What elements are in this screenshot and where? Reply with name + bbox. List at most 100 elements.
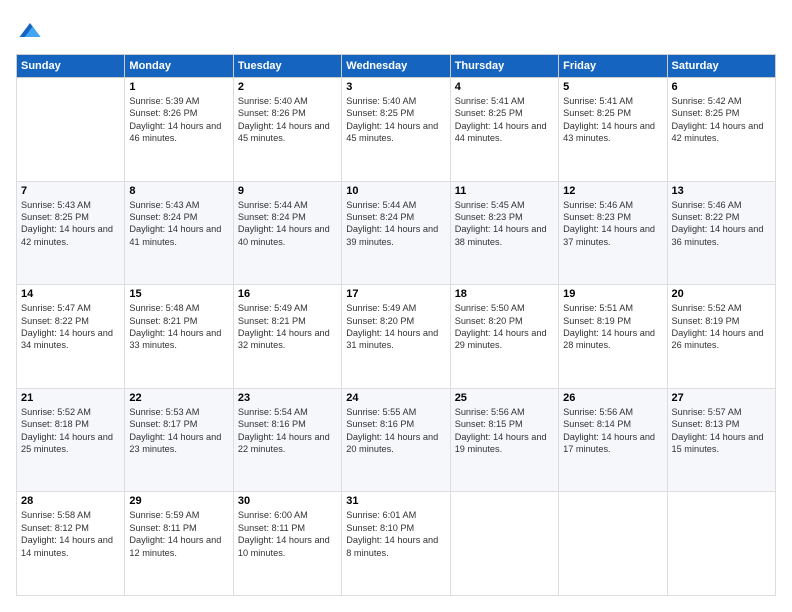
calendar-cell: 11 Sunrise: 5:45 AMSunset: 8:23 PMDayligh… (450, 181, 558, 285)
calendar-cell: 13 Sunrise: 5:46 AMSunset: 8:22 PMDayligh… (667, 181, 775, 285)
calendar-cell (450, 492, 558, 596)
day-details: Sunrise: 5:49 AMSunset: 8:21 PMDaylight:… (238, 302, 337, 352)
calendar-cell: 23Sunrise: 5:54 AMSunset: 8:16 PMDayligh… (233, 388, 341, 492)
calendar-cell (559, 492, 667, 596)
day-details: Sunrise: 5:50 AMSunset: 8:20 PMDaylight:… (455, 302, 554, 352)
day-number: 16 (238, 288, 337, 300)
day-number: 12 (563, 185, 662, 197)
day-number: 3 (346, 81, 445, 93)
calendar-cell: 7 Sunrise: 5:43 AMSunset: 8:25 PMDaylight… (17, 181, 125, 285)
day-details: Sunrise: 5:40 AMSunset: 8:25 PMDaylight:… (346, 95, 445, 145)
day-details: Sunrise: 5:48 AMSunset: 8:21 PMDaylight:… (129, 302, 228, 352)
day-header-saturday: Saturday (667, 55, 775, 78)
calendar-cell: 21Sunrise: 5:52 AMSunset: 8:18 PMDayligh… (17, 388, 125, 492)
day-details: Sunrise: 5:43 AMSunset: 8:25 PMDaylight:… (21, 199, 120, 249)
calendar-body: 1 Sunrise: 5:39 AMSunset: 8:26 PMDaylight… (17, 78, 776, 596)
calendar-cell: 4 Sunrise: 5:41 AMSunset: 8:25 PMDaylight… (450, 78, 558, 182)
day-details: Sunrise: 6:00 AMSunset: 8:11 PMDaylight:… (238, 509, 337, 559)
day-number: 18 (455, 288, 554, 300)
calendar-cell: 22Sunrise: 5:53 AMSunset: 8:17 PMDayligh… (125, 388, 233, 492)
day-number: 13 (672, 185, 771, 197)
day-details: Sunrise: 5:58 AMSunset: 8:12 PMDaylight:… (21, 509, 120, 559)
day-header-wednesday: Wednesday (342, 55, 450, 78)
calendar-cell: 14 Sunrise: 5:47 AMSunset: 8:22 PMDayligh… (17, 285, 125, 389)
day-header-friday: Friday (559, 55, 667, 78)
day-details: Sunrise: 5:39 AMSunset: 8:26 PMDaylight:… (129, 95, 228, 145)
day-number: 2 (238, 81, 337, 93)
week-row-0: 1 Sunrise: 5:39 AMSunset: 8:26 PMDaylight… (17, 78, 776, 182)
day-details: Sunrise: 5:44 AMSunset: 8:24 PMDaylight:… (238, 199, 337, 249)
day-number: 14 (21, 288, 120, 300)
calendar-cell: 19Sunrise: 5:51 AMSunset: 8:19 PMDayligh… (559, 285, 667, 389)
calendar-cell: 26 Sunrise: 5:56 AMSunset: 8:14 PMDayligh… (559, 388, 667, 492)
week-row-4: 28 Sunrise: 5:58 AMSunset: 8:12 PMDayligh… (17, 492, 776, 596)
day-details: Sunrise: 5:55 AMSunset: 8:16 PMDaylight:… (346, 406, 445, 456)
calendar-cell: 8 Sunrise: 5:43 AMSunset: 8:24 PMDaylight… (125, 181, 233, 285)
day-number: 4 (455, 81, 554, 93)
day-details: Sunrise: 5:47 AMSunset: 8:22 PMDaylight:… (21, 302, 120, 352)
day-number: 11 (455, 185, 554, 197)
day-details: Sunrise: 5:57 AMSunset: 8:13 PMDaylight:… (672, 406, 771, 456)
day-details: Sunrise: 5:42 AMSunset: 8:25 PMDaylight:… (672, 95, 771, 145)
day-number: 17 (346, 288, 445, 300)
logo (16, 16, 48, 44)
calendar-cell: 28 Sunrise: 5:58 AMSunset: 8:12 PMDayligh… (17, 492, 125, 596)
calendar-cell: 31 Sunrise: 6:01 AMSunset: 8:10 PMDayligh… (342, 492, 450, 596)
calendar-cell: 5Sunrise: 5:41 AMSunset: 8:25 PMDaylight… (559, 78, 667, 182)
day-details: Sunrise: 5:43 AMSunset: 8:24 PMDaylight:… (129, 199, 228, 249)
week-row-3: 21Sunrise: 5:52 AMSunset: 8:18 PMDayligh… (17, 388, 776, 492)
week-row-2: 14 Sunrise: 5:47 AMSunset: 8:22 PMDayligh… (17, 285, 776, 389)
day-details: Sunrise: 5:53 AMSunset: 8:17 PMDaylight:… (129, 406, 228, 456)
calendar-cell: 2 Sunrise: 5:40 AMSunset: 8:26 PMDaylight… (233, 78, 341, 182)
day-number: 28 (21, 495, 120, 507)
day-number: 29 (129, 495, 228, 507)
day-number: 9 (238, 185, 337, 197)
day-details: Sunrise: 5:56 AMSunset: 8:14 PMDaylight:… (563, 406, 662, 456)
page: SundayMondayTuesdayWednesdayThursdayFrid… (0, 0, 792, 612)
day-details: Sunrise: 5:41 AMSunset: 8:25 PMDaylight:… (563, 95, 662, 145)
day-details: Sunrise: 5:40 AMSunset: 8:26 PMDaylight:… (238, 95, 337, 145)
day-number: 1 (129, 81, 228, 93)
day-number: 7 (21, 185, 120, 197)
calendar-cell: 15 Sunrise: 5:48 AMSunset: 8:21 PMDayligh… (125, 285, 233, 389)
day-number: 8 (129, 185, 228, 197)
day-number: 15 (129, 288, 228, 300)
day-header-monday: Monday (125, 55, 233, 78)
calendar-cell: 20 Sunrise: 5:52 AMSunset: 8:19 PMDayligh… (667, 285, 775, 389)
calendar-cell: 16 Sunrise: 5:49 AMSunset: 8:21 PMDayligh… (233, 285, 341, 389)
day-details: Sunrise: 6:01 AMSunset: 8:10 PMDaylight:… (346, 509, 445, 559)
day-number: 31 (346, 495, 445, 507)
logo-icon (16, 16, 44, 44)
day-details: Sunrise: 5:45 AMSunset: 8:23 PMDaylight:… (455, 199, 554, 249)
day-details: Sunrise: 5:46 AMSunset: 8:22 PMDaylight:… (672, 199, 771, 249)
calendar-cell: 18 Sunrise: 5:50 AMSunset: 8:20 PMDayligh… (450, 285, 558, 389)
day-number: 6 (672, 81, 771, 93)
day-details: Sunrise: 5:54 AMSunset: 8:16 PMDaylight:… (238, 406, 337, 456)
day-number: 10 (346, 185, 445, 197)
day-number: 20 (672, 288, 771, 300)
calendar-cell: 25 Sunrise: 5:56 AMSunset: 8:15 PMDayligh… (450, 388, 558, 492)
day-header-sunday: Sunday (17, 55, 125, 78)
calendar-cell: 10Sunrise: 5:44 AMSunset: 8:24 PMDayligh… (342, 181, 450, 285)
calendar-cell: 9 Sunrise: 5:44 AMSunset: 8:24 PMDaylight… (233, 181, 341, 285)
day-details: Sunrise: 5:41 AMSunset: 8:25 PMDaylight:… (455, 95, 554, 145)
week-row-1: 7 Sunrise: 5:43 AMSunset: 8:25 PMDaylight… (17, 181, 776, 285)
header (16, 16, 776, 44)
calendar-cell: 27Sunrise: 5:57 AMSunset: 8:13 PMDayligh… (667, 388, 775, 492)
calendar-cell: 24Sunrise: 5:55 AMSunset: 8:16 PMDayligh… (342, 388, 450, 492)
day-details: Sunrise: 5:46 AMSunset: 8:23 PMDaylight:… (563, 199, 662, 249)
calendar-cell: 6 Sunrise: 5:42 AMSunset: 8:25 PMDaylight… (667, 78, 775, 182)
day-details: Sunrise: 5:52 AMSunset: 8:19 PMDaylight:… (672, 302, 771, 352)
day-details: Sunrise: 5:51 AMSunset: 8:19 PMDaylight:… (563, 302, 662, 352)
calendar-cell: 30Sunrise: 6:00 AMSunset: 8:11 PMDayligh… (233, 492, 341, 596)
calendar-cell: 17Sunrise: 5:49 AMSunset: 8:20 PMDayligh… (342, 285, 450, 389)
day-number: 25 (455, 392, 554, 404)
day-number: 21 (21, 392, 120, 404)
calendar-cell: 3 Sunrise: 5:40 AMSunset: 8:25 PMDaylight… (342, 78, 450, 182)
calendar-table: SundayMondayTuesdayWednesdayThursdayFrid… (16, 54, 776, 596)
day-details: Sunrise: 5:56 AMSunset: 8:15 PMDaylight:… (455, 406, 554, 456)
day-number: 26 (563, 392, 662, 404)
day-header-thursday: Thursday (450, 55, 558, 78)
header-row: SundayMondayTuesdayWednesdayThursdayFrid… (17, 55, 776, 78)
day-details: Sunrise: 5:59 AMSunset: 8:11 PMDaylight:… (129, 509, 228, 559)
